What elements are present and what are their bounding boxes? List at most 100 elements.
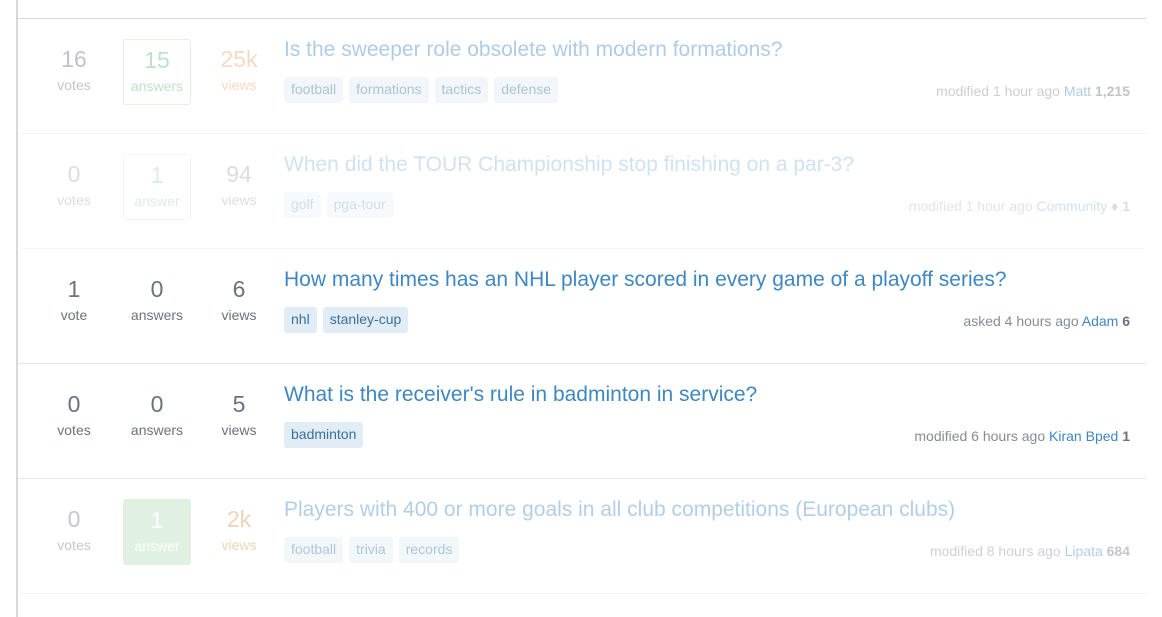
- tag[interactable]: records: [398, 537, 460, 563]
- question-footer: golf pga-tour modified 1 hour ago Communit…: [284, 192, 1130, 218]
- answer-label: answers: [130, 422, 184, 438]
- answers-stat: 15 answers: [123, 39, 191, 105]
- votes-stat: 0 votes: [40, 384, 108, 448]
- vote-count: 0: [67, 391, 81, 417]
- answer-label: answers: [130, 307, 184, 323]
- question-summary: How many times has an NHL player scored …: [284, 265, 1130, 333]
- question-meta: asked 4 hours ago Adam 6: [963, 307, 1130, 331]
- answer-count: 1: [150, 162, 164, 188]
- question-list: 16 votes 15 answers 25k views Is the sweeper r…: [18, 19, 1146, 594]
- question-summary-row: 0 votes 1 answer 2k views Players with 400 or …: [18, 479, 1146, 594]
- user-link[interactable]: Matt: [1064, 83, 1091, 99]
- question-title-link[interactable]: How many times has an NHL player scored …: [284, 267, 1130, 293]
- answers-stat: 1 answer: [123, 154, 191, 220]
- view-count: 6: [232, 276, 246, 302]
- activity-timestamp: modified 1 hour ago: [936, 83, 1060, 99]
- tag[interactable]: football: [284, 537, 344, 563]
- question-summary: When did the TOUR Championship stop fini…: [284, 150, 1130, 218]
- view-count: 94: [226, 161, 252, 187]
- view-label: views: [221, 192, 257, 208]
- activity-timestamp: asked 4 hours ago: [963, 313, 1079, 329]
- view-label: views: [221, 537, 257, 553]
- question-stats: 16 votes 15 answers 25k views: [40, 35, 284, 105]
- user-link[interactable]: Kiran Bped: [1049, 428, 1118, 444]
- tag[interactable]: trivia: [349, 537, 393, 563]
- view-label: views: [221, 77, 257, 93]
- question-title-link[interactable]: Is the sweeper role obsolete with modern…: [284, 37, 1130, 63]
- vote-count: 0: [67, 161, 81, 187]
- question-footer: football trivia records modified 8 hours ag…: [284, 537, 1130, 563]
- question-title-link[interactable]: When did the TOUR Championship stop fini…: [284, 152, 1130, 178]
- answer-label: answer: [134, 193, 180, 209]
- tag[interactable]: football: [284, 77, 344, 103]
- view-count: 25k: [220, 46, 258, 72]
- view-label: views: [221, 307, 257, 323]
- answer-count: 0: [150, 391, 164, 417]
- tag[interactable]: badminton: [284, 422, 364, 448]
- question-meta: modified 8 hours ago Lipata 684: [930, 537, 1130, 561]
- question-summary-row: 0 votes 0 answers 5 views What is the receiver…: [18, 364, 1146, 479]
- tag[interactable]: pga-tour: [326, 192, 393, 218]
- user-reputation: 1,215: [1094, 83, 1130, 99]
- question-footer: nhl stanley-cup asked 4 hours ago Adam 6: [284, 307, 1130, 333]
- vote-label: votes: [57, 77, 91, 93]
- question-summary: Is the sweeper role obsolete with modern…: [284, 35, 1130, 103]
- tag[interactable]: nhl: [284, 307, 317, 333]
- answer-count: 0: [150, 276, 164, 302]
- activity-timestamp: modified 8 hours ago: [929, 543, 1061, 559]
- tag[interactable]: tactics: [434, 77, 489, 103]
- tag-list: nhl stanley-cup: [284, 307, 409, 333]
- views-stat: 2k views: [205, 499, 273, 565]
- user-reputation: 1: [1122, 198, 1130, 214]
- user-link[interactable]: Lipata: [1065, 543, 1103, 559]
- tag[interactable]: formations: [349, 77, 429, 103]
- votes-stat: 0 votes: [40, 154, 108, 220]
- view-count: 2k: [226, 506, 252, 532]
- answer-count: 15: [144, 47, 170, 73]
- user-link[interactable]: Adam: [1082, 313, 1119, 329]
- question-stats: 0 votes 1 answer 94 views: [40, 150, 284, 220]
- question-summary-row: 1 vote 0 answers 6 views How many times has an…: [18, 249, 1146, 364]
- activity-timestamp: modified 1 hour ago: [908, 198, 1033, 214]
- activity-timestamp: modified 6 hours ago: [914, 428, 1046, 444]
- answers-stat: 1 answer: [123, 499, 191, 565]
- views-stat: 94 views: [205, 154, 273, 220]
- question-title-link[interactable]: Players with 400 or more goals in all cl…: [284, 497, 1130, 523]
- tag[interactable]: stanley-cup: [322, 307, 409, 333]
- questions-page: 16 votes 15 answers 25k views Is the sweeper r…: [0, 0, 1162, 617]
- vote-label: vote: [60, 307, 88, 323]
- tag[interactable]: defense: [494, 77, 559, 103]
- vote-count: 0: [67, 506, 81, 532]
- answer-count: 1: [150, 507, 164, 533]
- tag-list: football trivia records: [284, 537, 460, 563]
- vote-count: 1: [67, 276, 81, 302]
- vote-label: votes: [57, 422, 91, 438]
- votes-stat: 16 votes: [40, 39, 108, 105]
- question-stats: 0 votes 1 answer 2k views: [40, 495, 284, 565]
- views-stat: 25k views: [205, 39, 273, 105]
- answers-stat: 0 answers: [123, 269, 191, 333]
- views-stat: 5 views: [205, 384, 273, 448]
- question-title-link[interactable]: What is the receiver's rule in badminton…: [284, 382, 1130, 408]
- question-summary-row: 0 votes 1 answer 94 views When did the TOUR Ch…: [18, 134, 1146, 249]
- view-label: views: [221, 422, 257, 438]
- tag-list: football formations tactics defense: [284, 77, 559, 103]
- vote-label: votes: [57, 192, 91, 208]
- answer-label: answers: [130, 78, 184, 94]
- vote-label: votes: [57, 537, 91, 553]
- user-reputation: 684: [1106, 543, 1130, 559]
- question-footer: football formations tactics defense modified…: [284, 77, 1130, 103]
- question-summary: Players with 400 or more goals in all cl…: [284, 495, 1130, 563]
- question-meta: modified 1 hour ago Matt 1,215: [936, 77, 1130, 101]
- tag-list: badminton: [284, 422, 364, 448]
- question-meta: modified 6 hours ago Kiran Bped 1: [914, 422, 1130, 446]
- views-stat: 6 views: [205, 269, 273, 333]
- tag[interactable]: golf: [284, 192, 321, 218]
- answer-label: answer: [134, 538, 180, 554]
- question-stats: 0 votes 0 answers 5 views: [40, 380, 284, 448]
- user-link[interactable]: Community: [1036, 198, 1107, 214]
- moderator-diamond-icon: ♦: [1111, 198, 1119, 214]
- question-summary-row: 16 votes 15 answers 25k views Is the sweeper r…: [18, 19, 1146, 134]
- answers-stat: 0 answers: [123, 384, 191, 448]
- tag-list: golf pga-tour: [284, 192, 393, 218]
